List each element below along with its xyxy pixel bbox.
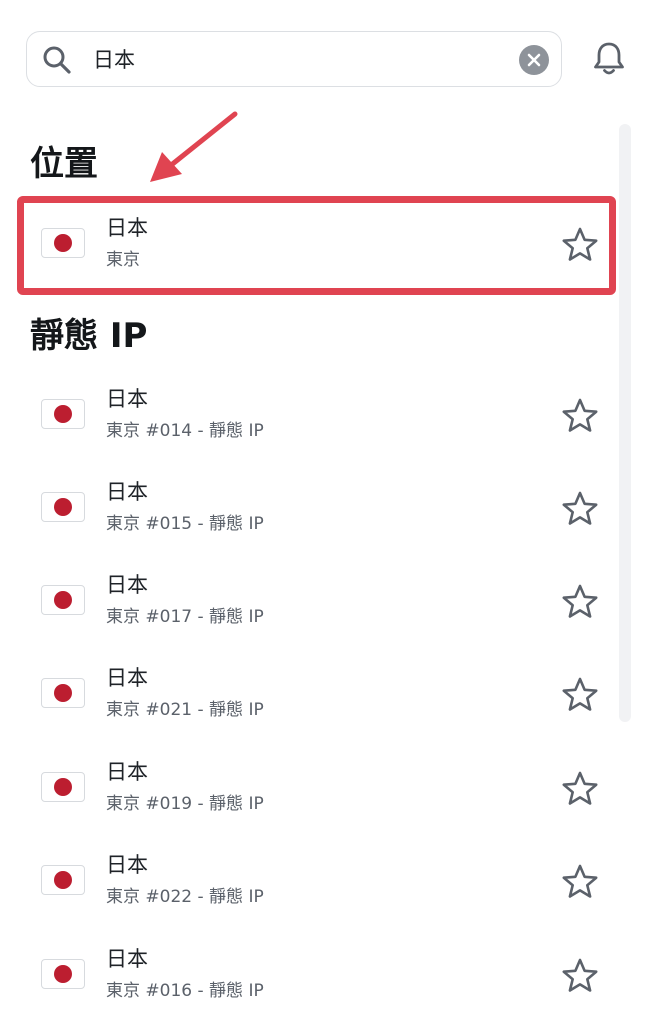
clear-icon (527, 53, 541, 67)
static-ip-row[interactable]: 日本 東京 #022 - 靜態 IP (0, 837, 610, 927)
japan-flag-icon (41, 678, 85, 708)
clear-search-button[interactable] (519, 45, 549, 75)
country-label: 日本 (106, 573, 148, 597)
country-label: 日本 (106, 853, 148, 877)
star-icon[interactable] (561, 490, 599, 528)
country-label: 日本 (106, 480, 148, 504)
annotation-arrow-icon (150, 111, 238, 182)
static-ip-row[interactable]: 日本 東京 #019 - 靜態 IP (0, 744, 610, 834)
japan-flag-icon (41, 865, 85, 895)
bell-icon[interactable] (591, 40, 627, 78)
japan-flag-icon (41, 772, 85, 802)
static-ip-row[interactable]: 日本 東京 #016 - 靜態 IP (0, 931, 610, 1021)
star-icon[interactable] (561, 397, 599, 435)
static-ip-row[interactable]: 日本 東京 #021 - 靜態 IP (0, 650, 610, 740)
city-label: 東京 #019 - 靜態 IP (106, 794, 264, 814)
scrollbar[interactable] (619, 124, 631, 722)
japan-flag-icon (41, 959, 85, 989)
search-icon (43, 46, 71, 74)
star-icon[interactable] (561, 676, 599, 714)
static-ip-section-title: 靜態 IP (30, 316, 148, 356)
country-label: 日本 (106, 947, 148, 971)
city-label: 東京 #015 - 靜態 IP (106, 514, 264, 534)
japan-flag-icon (41, 585, 85, 615)
highlight-annotation (17, 196, 616, 295)
star-icon[interactable] (561, 957, 599, 995)
search-bar[interactable] (26, 31, 562, 87)
static-ip-row[interactable]: 日本 東京 #017 - 靜態 IP (0, 557, 610, 647)
country-label: 日本 (106, 666, 148, 690)
city-label: 東京 #014 - 靜態 IP (106, 421, 264, 441)
static-ip-row[interactable]: 日本 東京 #014 - 靜態 IP (0, 371, 610, 461)
city-label: 東京 #022 - 靜態 IP (106, 887, 264, 907)
star-icon[interactable] (561, 863, 599, 901)
country-label: 日本 (106, 387, 148, 411)
japan-flag-icon (41, 492, 85, 522)
country-label: 日本 (106, 760, 148, 784)
city-label: 東京 #021 - 靜態 IP (106, 700, 264, 720)
japan-flag-icon (41, 399, 85, 429)
city-label: 東京 #016 - 靜態 IP (106, 981, 264, 1001)
star-icon[interactable] (561, 770, 599, 808)
star-icon[interactable] (561, 583, 599, 621)
locations-section-title: 位置 (30, 144, 98, 184)
city-label: 東京 #017 - 靜態 IP (106, 607, 264, 627)
search-input[interactable] (93, 42, 493, 76)
static-ip-row[interactable]: 日本 東京 #015 - 靜態 IP (0, 464, 610, 554)
